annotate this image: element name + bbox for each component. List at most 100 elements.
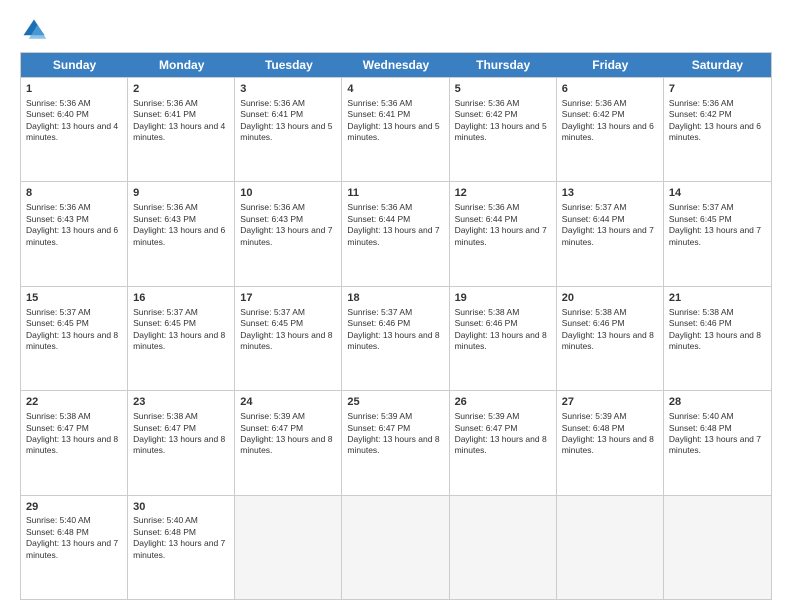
calendar-cell: 20Sunrise: 5:38 AMSunset: 6:46 PMDayligh… — [557, 287, 664, 390]
sunset: Sunset: 6:46 PM — [669, 318, 732, 328]
daylight: Daylight: 13 hours and 5 minutes. — [240, 121, 332, 142]
day-number: 7 — [669, 82, 766, 97]
day-number: 6 — [562, 82, 658, 97]
day-number: 5 — [455, 82, 551, 97]
daylight: Daylight: 13 hours and 7 minutes. — [26, 538, 118, 559]
sunset: Sunset: 6:45 PM — [26, 318, 89, 328]
daylight: Daylight: 13 hours and 7 minutes. — [347, 225, 439, 246]
calendar-header-cell: Friday — [557, 53, 664, 77]
daylight: Daylight: 13 hours and 7 minutes. — [240, 225, 332, 246]
sunrise: Sunrise: 5:36 AM — [669, 98, 734, 108]
calendar-header-cell: Wednesday — [342, 53, 449, 77]
calendar-row: 22Sunrise: 5:38 AMSunset: 6:47 PMDayligh… — [21, 390, 771, 494]
calendar-cell — [557, 496, 664, 599]
calendar-body: 1Sunrise: 5:36 AMSunset: 6:40 PMDaylight… — [21, 77, 771, 599]
sunrise: Sunrise: 5:37 AM — [26, 307, 91, 317]
calendar-cell: 1Sunrise: 5:36 AMSunset: 6:40 PMDaylight… — [21, 78, 128, 181]
daylight: Daylight: 13 hours and 8 minutes. — [562, 330, 654, 351]
sunset: Sunset: 6:47 PM — [26, 423, 89, 433]
sunset: Sunset: 6:48 PM — [133, 527, 196, 537]
daylight: Daylight: 13 hours and 8 minutes. — [133, 330, 225, 351]
day-number: 12 — [455, 186, 551, 201]
daylight: Daylight: 13 hours and 7 minutes. — [562, 225, 654, 246]
calendar-cell: 24Sunrise: 5:39 AMSunset: 6:47 PMDayligh… — [235, 391, 342, 494]
daylight: Daylight: 13 hours and 8 minutes. — [26, 434, 118, 455]
sunrise: Sunrise: 5:38 AM — [133, 411, 198, 421]
daylight: Daylight: 13 hours and 6 minutes. — [562, 121, 654, 142]
sunrise: Sunrise: 5:37 AM — [133, 307, 198, 317]
daylight: Daylight: 13 hours and 5 minutes. — [347, 121, 439, 142]
daylight: Daylight: 13 hours and 8 minutes. — [26, 330, 118, 351]
daylight: Daylight: 13 hours and 8 minutes. — [240, 330, 332, 351]
calendar-header-cell: Thursday — [450, 53, 557, 77]
sunset: Sunset: 6:41 PM — [240, 109, 303, 119]
sunrise: Sunrise: 5:36 AM — [455, 202, 520, 212]
sunset: Sunset: 6:48 PM — [26, 527, 89, 537]
sunrise: Sunrise: 5:36 AM — [347, 202, 412, 212]
sunrise: Sunrise: 5:40 AM — [26, 515, 91, 525]
sunrise: Sunrise: 5:36 AM — [26, 202, 91, 212]
day-number: 4 — [347, 82, 443, 97]
sunrise: Sunrise: 5:40 AM — [669, 411, 734, 421]
sunrise: Sunrise: 5:38 AM — [26, 411, 91, 421]
calendar-cell: 19Sunrise: 5:38 AMSunset: 6:46 PMDayligh… — [450, 287, 557, 390]
calendar-cell — [450, 496, 557, 599]
day-number: 2 — [133, 82, 229, 97]
calendar-cell: 11Sunrise: 5:36 AMSunset: 6:44 PMDayligh… — [342, 182, 449, 285]
daylight: Daylight: 13 hours and 8 minutes. — [347, 434, 439, 455]
sunset: Sunset: 6:42 PM — [562, 109, 625, 119]
calendar-cell: 7Sunrise: 5:36 AMSunset: 6:42 PMDaylight… — [664, 78, 771, 181]
daylight: Daylight: 13 hours and 5 minutes. — [455, 121, 547, 142]
calendar-row: 8Sunrise: 5:36 AMSunset: 6:43 PMDaylight… — [21, 181, 771, 285]
calendar-cell: 26Sunrise: 5:39 AM Sunset: 6:47 PMDayligh… — [450, 391, 557, 494]
sunrise: Sunrise: 5:36 AM — [347, 98, 412, 108]
sunrise: Sunrise: 5:36 AM — [240, 202, 305, 212]
sunrise: Sunrise: 5:39 AM — [455, 411, 520, 421]
calendar-cell — [235, 496, 342, 599]
sunset: Sunset: 6:45 PM — [240, 318, 303, 328]
calendar-cell: 15Sunrise: 5:37 AMSunset: 6:45 PMDayligh… — [21, 287, 128, 390]
calendar-cell: 28Sunrise: 5:40 AMSunset: 6:48 PMDayligh… — [664, 391, 771, 494]
calendar-cell: 6Sunrise: 5:36 AMSunset: 6:42 PMDaylight… — [557, 78, 664, 181]
calendar-cell: 22Sunrise: 5:38 AM Sunset: 6:47 PMDayligh… — [21, 391, 128, 494]
sunset: Sunset: 6:45 PM — [133, 318, 196, 328]
calendar-cell: 9Sunrise: 5:36 AMSunset: 6:43 PMDaylight… — [128, 182, 235, 285]
day-number: 11 — [347, 186, 443, 201]
calendar-cell: 3Sunrise: 5:36 AMSunset: 6:41 PMDaylight… — [235, 78, 342, 181]
calendar-cell: 17Sunrise: 5:37 AMSunset: 6:45 PMDayligh… — [235, 287, 342, 390]
day-number: 28 — [669, 395, 766, 410]
header — [20, 16, 772, 44]
calendar-cell: 18Sunrise: 5:37 AMSunset: 6:46 PMDayligh… — [342, 287, 449, 390]
calendar-header-cell: Tuesday — [235, 53, 342, 77]
sunset: Sunset: 6:47 PM — [455, 423, 518, 433]
daylight: Daylight: 13 hours and 4 minutes. — [133, 121, 225, 142]
day-number: 23 — [133, 395, 229, 410]
calendar: SundayMondayTuesdayWednesdayThursdayFrid… — [20, 52, 772, 600]
sunrise: Sunrise: 5:40 AM — [133, 515, 198, 525]
daylight: Daylight: 13 hours and 8 minutes. — [455, 434, 547, 455]
sunset: Sunset: 6:41 PM — [347, 109, 410, 119]
day-number: 22 — [26, 395, 122, 410]
sunrise: Sunrise: 5:38 AM — [562, 307, 627, 317]
sunset: Sunset: 6:41 PM — [133, 109, 196, 119]
calendar-cell: 2Sunrise: 5:36 AMSunset: 6:41 PMDaylight… — [128, 78, 235, 181]
day-number: 9 — [133, 186, 229, 201]
page: SundayMondayTuesdayWednesdayThursdayFrid… — [0, 0, 792, 612]
calendar-header-cell: Sunday — [21, 53, 128, 77]
daylight: Daylight: 13 hours and 7 minutes. — [669, 434, 761, 455]
calendar-cell: 29Sunrise: 5:40 AM Sunset: 6:48 PMDayligh… — [21, 496, 128, 599]
sunset: Sunset: 6:48 PM — [562, 423, 625, 433]
day-number: 29 — [26, 500, 122, 515]
sunrise: Sunrise: 5:38 AM — [455, 307, 520, 317]
daylight: Daylight: 13 hours and 4 minutes. — [26, 121, 118, 142]
calendar-cell: 16Sunrise: 5:37 AMSunset: 6:45 PM Dayligh… — [128, 287, 235, 390]
sunset: Sunset: 6:42 PM — [669, 109, 732, 119]
day-number: 26 — [455, 395, 551, 410]
day-number: 16 — [133, 291, 229, 306]
calendar-header-cell: Saturday — [664, 53, 771, 77]
sunset: Sunset: 6:47 PM — [133, 423, 196, 433]
calendar-cell: 30Sunrise: 5:40 AMSunset: 6:48 PMDayligh… — [128, 496, 235, 599]
calendar-cell: 21Sunrise: 5:38 AMSunset: 6:46 PMDayligh… — [664, 287, 771, 390]
day-number: 10 — [240, 186, 336, 201]
daylight: Daylight: 13 hours and 6 minutes. — [133, 225, 225, 246]
